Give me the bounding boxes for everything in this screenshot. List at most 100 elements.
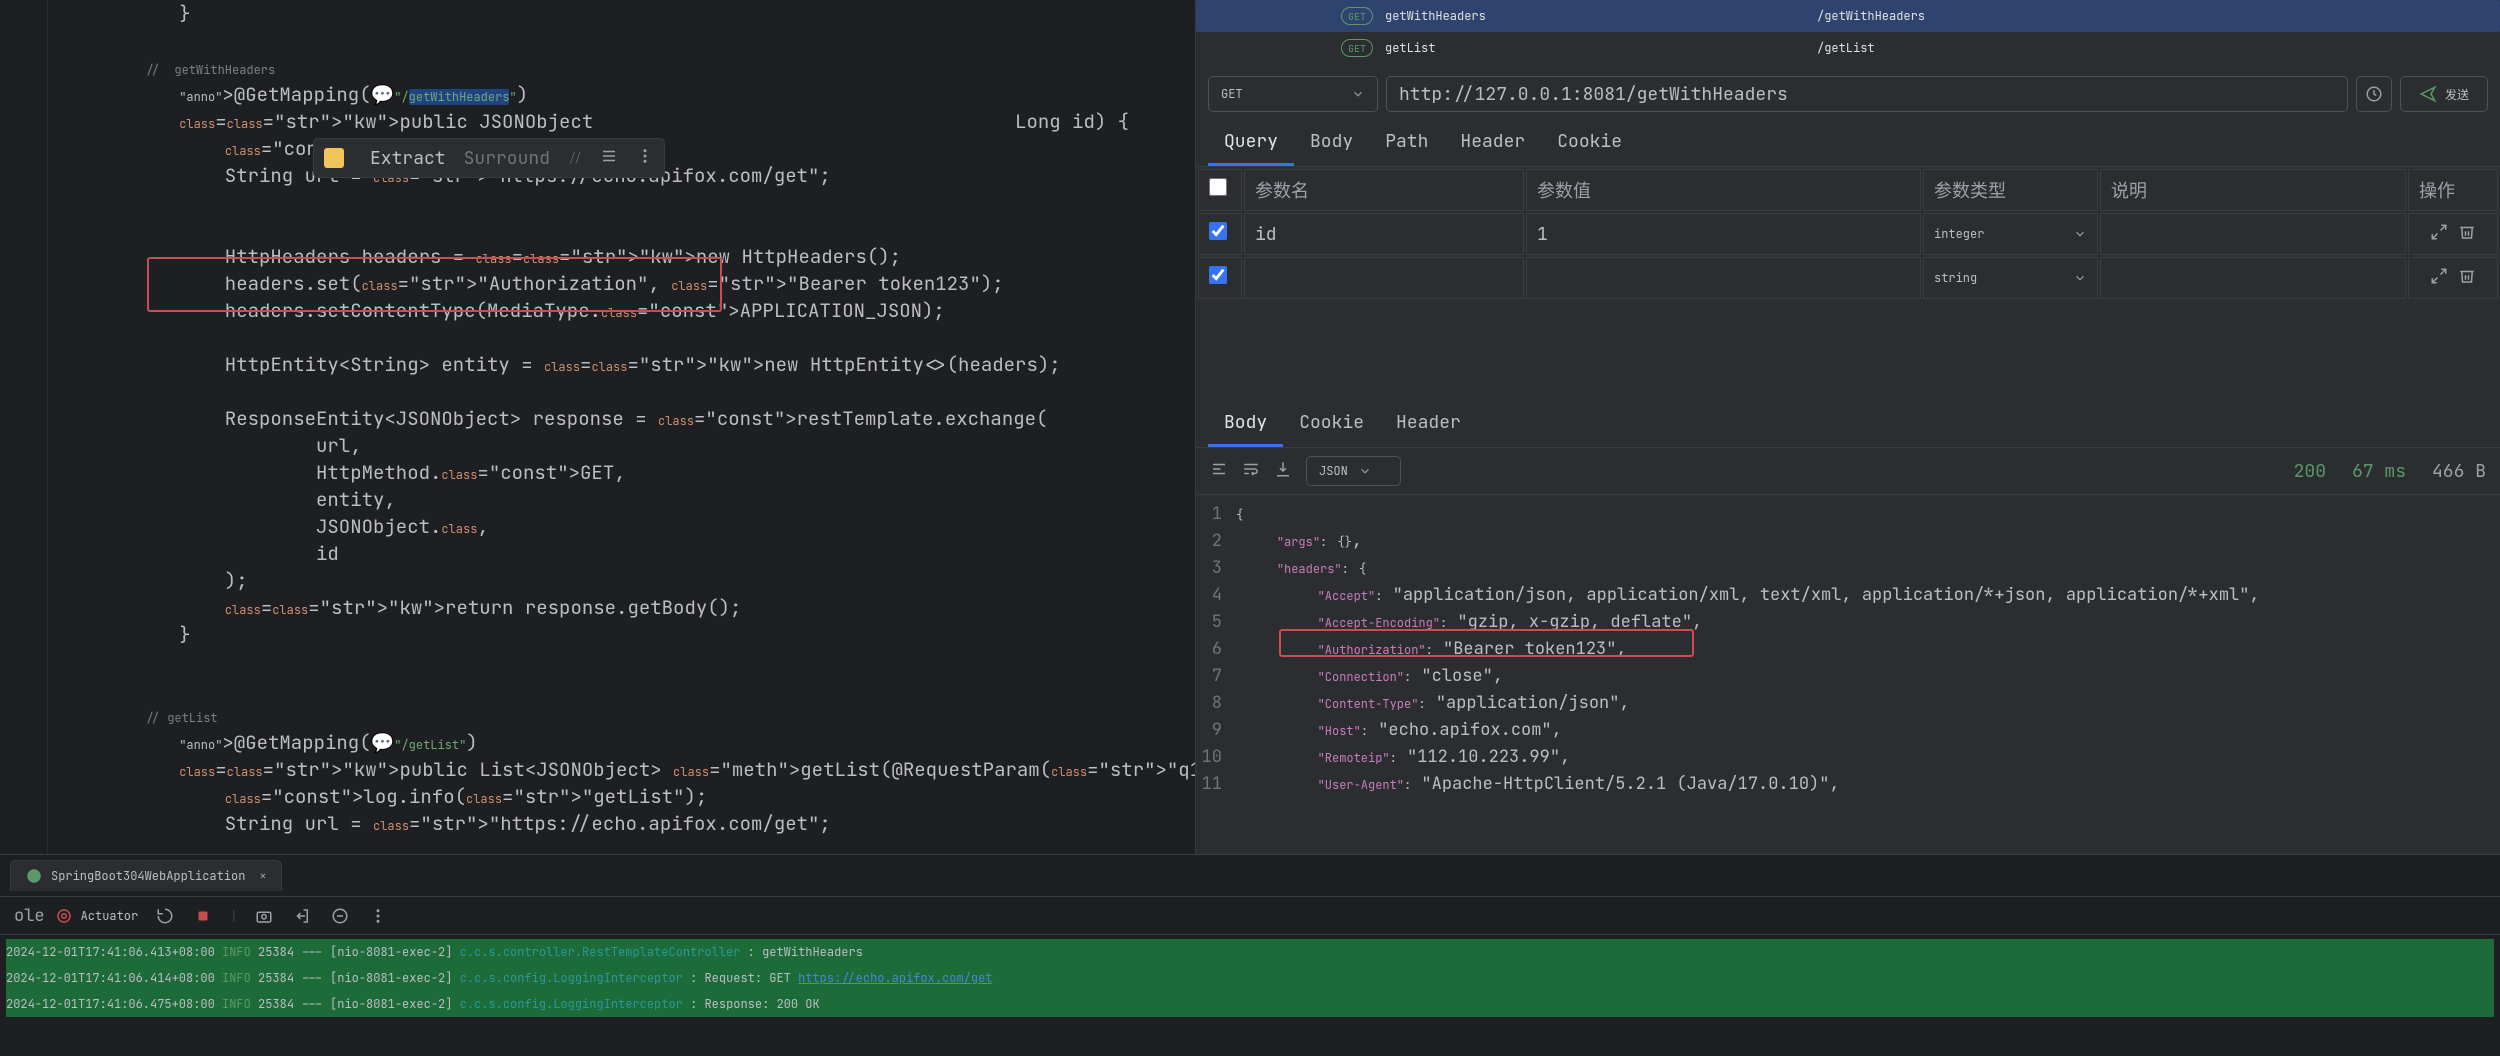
code-line: String url = class="str">"https://echo.a… bbox=[48, 810, 1195, 837]
response-time: 67 ms bbox=[2352, 460, 2406, 483]
code-line: url, bbox=[48, 432, 1195, 459]
expand-icon[interactable] bbox=[2430, 267, 2448, 289]
tab-path[interactable]: Path bbox=[1369, 120, 1444, 166]
endpoint-row[interactable]: GETgetList/getList bbox=[1196, 32, 2500, 64]
code-line: id bbox=[48, 540, 1195, 567]
http-method-select[interactable]: GET bbox=[1208, 76, 1378, 112]
console-line: 2024-12-01T17:41:06.475+08:00 INFO 25384… bbox=[6, 991, 2494, 1017]
code-line bbox=[48, 27, 1195, 54]
method-badge: GET bbox=[1341, 39, 1373, 57]
chevron-down-icon bbox=[2073, 271, 2087, 285]
param-checkbox[interactable] bbox=[1209, 222, 1227, 240]
send-button[interactable]: 发送 bbox=[2400, 76, 2488, 112]
code-editor[interactable]: } // getWithHeaders "anno">@GetMapping(💬… bbox=[48, 0, 1195, 854]
surround-action[interactable]: Surround bbox=[464, 147, 550, 170]
console-line: 2024-12-01T17:41:06.414+08:00 INFO 25384… bbox=[6, 965, 2494, 991]
console-line: 2024-12-01T17:41:06.413+08:00 INFO 25384… bbox=[6, 939, 2494, 965]
code-line: } bbox=[48, 621, 1195, 648]
col-name: 参数名 bbox=[1244, 169, 1524, 211]
scroll-icon[interactable] bbox=[329, 905, 351, 927]
resp-tab-header[interactable]: Header bbox=[1380, 401, 1477, 447]
tab-query[interactable]: Query bbox=[1208, 120, 1294, 166]
run-config-tab[interactable]: SpringBoot304WebApplication × bbox=[10, 860, 282, 891]
json-line: 10 "Remoteip": "112.10.223.99", bbox=[1196, 744, 2500, 771]
editor-gutter bbox=[0, 0, 48, 854]
expand-icon[interactable] bbox=[2430, 223, 2448, 245]
code-line: ResponseEntity<JSONObject> response = cl… bbox=[48, 405, 1195, 432]
format-icon[interactable] bbox=[1210, 460, 1228, 482]
extract-action[interactable]: Extract bbox=[370, 147, 446, 170]
col-desc: 说明 bbox=[2100, 169, 2406, 211]
history-button[interactable] bbox=[2356, 76, 2392, 112]
select-all-checkbox[interactable] bbox=[1209, 178, 1227, 196]
code-line: entity, bbox=[48, 486, 1195, 513]
code-line: class=class="str">"kw">return response.g… bbox=[48, 594, 1195, 621]
request-tabs[interactable]: QueryBodyPathHeaderCookie bbox=[1196, 120, 2500, 167]
code-line: class=class="str">"kw">public JSONObject… bbox=[48, 108, 1195, 135]
kebab-icon[interactable] bbox=[636, 147, 654, 169]
code-line: } bbox=[48, 0, 1195, 27]
delete-icon[interactable] bbox=[2458, 223, 2476, 245]
console-label: ole bbox=[14, 905, 45, 927]
json-line: 9 "Host": "echo.apifox.com", bbox=[1196, 717, 2500, 744]
list-icon[interactable] bbox=[600, 147, 618, 169]
param-name-cell[interactable] bbox=[1244, 257, 1524, 299]
json-line: 8 "Content-Type": "application/json", bbox=[1196, 690, 2500, 717]
console-output[interactable]: 2024-12-01T17:41:06.413+08:00 INFO 25384… bbox=[0, 935, 2500, 1021]
actuator-button[interactable]: Actuator bbox=[55, 907, 139, 925]
param-type-select[interactable]: integer bbox=[1934, 226, 2087, 242]
endpoint-path: /getList bbox=[1817, 40, 1875, 56]
param-desc-cell[interactable] bbox=[2100, 257, 2406, 299]
response-size: 466 B bbox=[2432, 460, 2486, 483]
col-ops: 操作 bbox=[2408, 169, 2498, 211]
code-line: headers.setContentType(MediaType.class="… bbox=[48, 297, 1195, 324]
rerun-button[interactable] bbox=[154, 905, 176, 927]
kebab-icon[interactable] bbox=[367, 905, 389, 927]
param-name-cell[interactable]: id bbox=[1244, 213, 1524, 255]
response-tabs[interactable]: BodyCookieHeader bbox=[1196, 401, 2500, 448]
param-value-cell[interactable]: 1 bbox=[1526, 213, 1921, 255]
code-line bbox=[48, 189, 1195, 216]
stop-button[interactable] bbox=[192, 905, 214, 927]
resp-tab-body[interactable]: Body bbox=[1208, 401, 1283, 447]
tab-header[interactable]: Header bbox=[1444, 120, 1541, 166]
code-line: HttpHeaders headers = class=class="str">… bbox=[48, 243, 1195, 270]
param-type-select[interactable]: string bbox=[1934, 270, 2087, 286]
intention-actions-popup[interactable]: Extract Surround // bbox=[313, 138, 665, 178]
json-line: 3 "headers": { bbox=[1196, 555, 2500, 582]
param-checkbox[interactable] bbox=[1209, 266, 1227, 284]
code-line bbox=[48, 324, 1195, 351]
chevron-down-icon bbox=[1358, 464, 1372, 478]
close-icon[interactable]: × bbox=[259, 868, 266, 884]
response-body[interactable]: 1{2 "args": {},3 "headers": {4 "Accept":… bbox=[1196, 495, 2500, 804]
format-select[interactable]: JSON bbox=[1306, 456, 1401, 486]
col-type: 参数类型 bbox=[1923, 169, 2098, 211]
code-line bbox=[48, 378, 1195, 405]
chevron-down-icon bbox=[2073, 227, 2087, 241]
code-line: // getWithHeaders bbox=[48, 54, 1195, 81]
camera-icon[interactable] bbox=[253, 905, 275, 927]
param-row: string bbox=[1198, 257, 2498, 299]
wrap-icon[interactable] bbox=[1242, 460, 1260, 482]
code-line: HttpMethod.class="const">GET, bbox=[48, 459, 1195, 486]
param-desc-cell[interactable] bbox=[2100, 213, 2406, 255]
url-input[interactable] bbox=[1386, 76, 2348, 112]
tab-body[interactable]: Body bbox=[1294, 120, 1369, 166]
param-value-cell[interactable] bbox=[1526, 257, 1921, 299]
json-line: 2 "args": {}, bbox=[1196, 528, 2500, 555]
spring-icon bbox=[25, 867, 43, 885]
endpoint-row[interactable]: GETgetWithHeaders/getWithHeaders bbox=[1196, 0, 2500, 32]
delete-icon[interactable] bbox=[2458, 267, 2476, 289]
lightbulb-icon bbox=[324, 148, 344, 168]
code-line: ); bbox=[48, 567, 1195, 594]
resp-tab-cookie[interactable]: Cookie bbox=[1283, 401, 1380, 447]
exit-icon[interactable] bbox=[291, 905, 313, 927]
json-line: 1{ bbox=[1196, 501, 2500, 528]
endpoint-path: /getWithHeaders bbox=[1817, 8, 1925, 24]
tab-cookie[interactable]: Cookie bbox=[1541, 120, 1638, 166]
send-icon bbox=[2419, 85, 2437, 103]
endpoints-list[interactable]: GETgetWithHeaders/getWithHeadersGETgetLi… bbox=[1196, 0, 2500, 64]
code-line: "anno">@GetMapping(💬"/getList") bbox=[48, 729, 1195, 756]
code-line: headers.set(class="str">"Authorization",… bbox=[48, 270, 1195, 297]
download-icon[interactable] bbox=[1274, 460, 1292, 482]
